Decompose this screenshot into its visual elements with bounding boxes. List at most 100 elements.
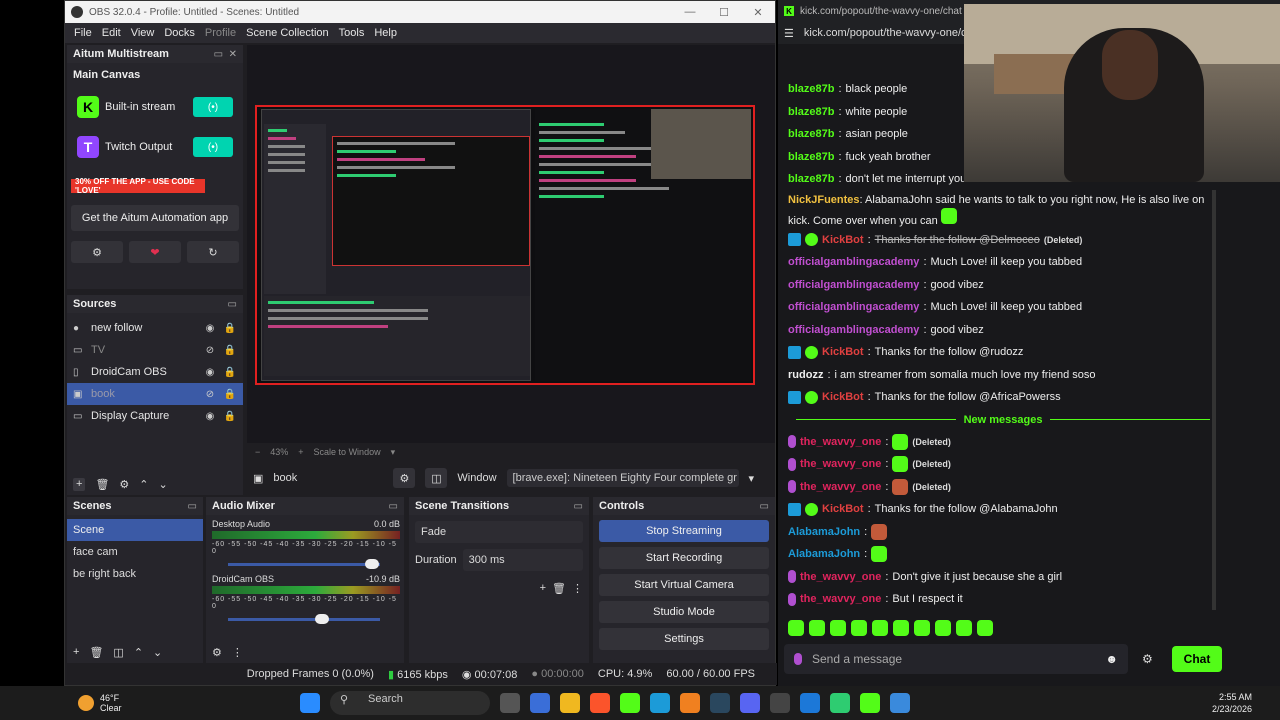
chat-username[interactable]: blaze87b xyxy=(788,101,834,123)
zoom-in-icon[interactable]: + xyxy=(298,447,303,457)
chat-username[interactable]: the_wavvy_one xyxy=(800,453,881,475)
chat-username[interactable]: AlabamaJohn xyxy=(788,521,860,543)
obs-icon[interactable] xyxy=(770,693,790,713)
scene-item[interactable]: face cam xyxy=(67,541,203,563)
dock-float-icon[interactable]: ▭ xyxy=(574,501,583,512)
menu-docks[interactable]: Docks xyxy=(159,27,200,39)
start-recording-button[interactable]: Start Recording xyxy=(599,547,769,569)
source-item[interactable]: ▣ book ⊘ 🔒 xyxy=(67,383,243,405)
slider-knob[interactable] xyxy=(315,614,330,624)
taskbar-search[interactable]: ⚲ Search xyxy=(330,691,490,715)
emote-icon[interactable] xyxy=(914,620,930,636)
lock-icon[interactable]: 🔒 xyxy=(223,367,237,378)
weather-widget[interactable]: 46°F Clear xyxy=(0,693,300,713)
eye-icon[interactable]: ◉ xyxy=(203,367,217,378)
window-select[interactable]: [brave.exe]: Nineteen Eighty Four comple… xyxy=(506,469,739,487)
chat-username[interactable]: rudozz xyxy=(788,364,823,386)
app-icon[interactable] xyxy=(890,693,910,713)
eye-icon[interactable]: ◉ xyxy=(203,323,217,334)
move-up-icon[interactable]: ⌃ xyxy=(139,478,148,491)
eye-hidden-icon[interactable]: ⊘ xyxy=(203,345,217,356)
file-explorer-icon[interactable] xyxy=(560,693,580,713)
trash-icon[interactable]: 🗑 xyxy=(95,478,109,491)
chat-send-button[interactable]: Chat xyxy=(1172,646,1222,672)
chat-username[interactable]: the_wavvy_one xyxy=(800,566,881,588)
chevron-down-icon[interactable]: ▾ xyxy=(749,472,755,485)
emote-icon[interactable] xyxy=(851,620,867,636)
chat-username[interactable]: blaze87b xyxy=(788,78,834,100)
volume-slider[interactable] xyxy=(228,559,380,569)
source-item[interactable]: ▯ DroidCam OBS ◉ 🔒 xyxy=(67,361,243,383)
brave-icon[interactable] xyxy=(590,693,610,713)
promo-banner[interactable]: 30% OFF THE APP - USE CODE 'LOVE' xyxy=(71,177,205,195)
lock-icon[interactable]: 🔒 xyxy=(223,323,237,334)
move-down-icon[interactable]: ⌄ xyxy=(159,478,168,491)
app-icon[interactable] xyxy=(860,693,880,713)
gear-icon[interactable]: ⚙ xyxy=(119,478,129,491)
maximize-icon[interactable]: ☐ xyxy=(707,6,741,19)
move-down-icon[interactable]: ⌄ xyxy=(153,646,162,659)
app-icon[interactable] xyxy=(530,693,550,713)
dock-float-icon[interactable]: ▭ xyxy=(389,501,398,512)
trash-icon[interactable]: 🗑 xyxy=(89,646,103,659)
start-virtual-camera-button[interactable]: Start Virtual Camera xyxy=(599,574,769,596)
menu-scene-collection[interactable]: Scene Collection xyxy=(241,27,334,39)
volume-slider[interactable] xyxy=(228,614,380,624)
lock-icon[interactable]: 🔒 xyxy=(223,389,237,400)
chat-username[interactable]: NickJFuentes xyxy=(788,194,860,206)
settings-button[interactable]: Settings xyxy=(599,628,769,650)
chat-username[interactable]: KickBot xyxy=(822,498,864,520)
chat-username[interactable]: blaze87b xyxy=(788,146,834,168)
app-icon[interactable] xyxy=(830,693,850,713)
discord-icon[interactable] xyxy=(740,693,760,713)
menu-file[interactable]: File xyxy=(69,27,97,39)
send-message-input[interactable]: Send a message ☻ xyxy=(784,644,1128,674)
chat-username[interactable]: KickBot xyxy=(822,386,864,408)
output-live-button[interactable]: (•) xyxy=(193,137,233,157)
task-view-icon[interactable] xyxy=(500,693,520,713)
kick-icon[interactable] xyxy=(620,693,640,713)
chat-scrollbar[interactable] xyxy=(1212,190,1216,610)
chat-username[interactable]: AlabamaJohn xyxy=(788,543,860,565)
chat-username[interactable]: KickBot xyxy=(822,341,864,363)
menu-profile[interactable]: Profile xyxy=(200,27,241,39)
menu-tools[interactable]: Tools xyxy=(334,27,370,39)
chat-username[interactable]: the_wavvy_one xyxy=(800,431,881,453)
menu-help[interactable]: Help xyxy=(369,27,402,39)
transition-select[interactable]: Fade xyxy=(415,521,583,543)
app-icon[interactable] xyxy=(650,693,670,713)
emote-icon[interactable] xyxy=(956,620,972,636)
minimize-icon[interactable]: — xyxy=(673,6,707,19)
menu-view[interactable]: View xyxy=(126,27,160,39)
filter-icon[interactable]: ◫ xyxy=(113,646,123,659)
emote-icon[interactable] xyxy=(935,620,951,636)
source-item[interactable]: ▭ TV ⊘ 🔒 xyxy=(67,339,243,361)
menu-edit[interactable]: Edit xyxy=(97,27,126,39)
emote-icon[interactable] xyxy=(872,620,888,636)
chat-username[interactable]: officialgamblingacademy xyxy=(788,274,919,296)
eye-hidden-icon[interactable]: ⊘ xyxy=(203,389,217,400)
add-source-icon[interactable]: + xyxy=(73,478,86,491)
zoom-mode[interactable]: Scale to Window xyxy=(314,447,381,457)
emoji-picker-icon[interactable]: ☻ xyxy=(1105,652,1118,666)
slider-knob[interactable] xyxy=(365,559,380,569)
dock-float-icon[interactable]: ▭ xyxy=(188,501,197,512)
move-up-icon[interactable]: ⌃ xyxy=(134,646,143,659)
app-icon[interactable] xyxy=(800,693,820,713)
canvas-preview[interactable] xyxy=(247,45,775,443)
vlc-icon[interactable] xyxy=(680,693,700,713)
chat-username[interactable]: blaze87b xyxy=(788,168,834,190)
site-settings-icon[interactable]: ☰ xyxy=(784,27,794,40)
advanced-audio-icon[interactable]: ⚙ xyxy=(212,646,222,659)
studio-mode-button[interactable]: Studio Mode xyxy=(599,601,769,623)
eye-icon[interactable]: ◉ xyxy=(203,411,217,422)
get-aitum-app-button[interactable]: Get the Aitum Automation app xyxy=(71,205,239,231)
more-icon[interactable]: ⋮ xyxy=(572,582,583,595)
more-icon[interactable]: ⋮ xyxy=(232,646,243,659)
add-icon[interactable]: + xyxy=(540,582,546,594)
chat-username[interactable]: blaze87b xyxy=(788,123,834,145)
start-icon[interactable] xyxy=(300,693,320,713)
chat-username[interactable]: the_wavvy_one xyxy=(800,476,881,498)
steam-icon[interactable] xyxy=(710,693,730,713)
scene-item[interactable]: be right back xyxy=(67,563,203,585)
